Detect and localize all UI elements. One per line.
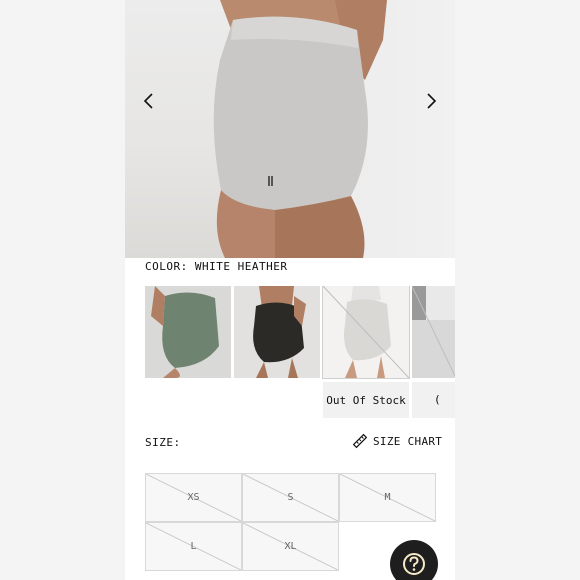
green-shorts-image <box>145 286 231 378</box>
out-of-stock-label: Out Of Stock <box>323 382 409 418</box>
product-page: COLOR: WHITE HEATHER Out Of Stock (SIZE… <box>125 0 455 580</box>
color-label: COLOR: WHITE HEATHER <box>145 260 287 273</box>
next-image-button[interactable] <box>419 88 445 114</box>
product-hero-image <box>125 0 455 258</box>
size-option-xl[interactable]: XL <box>242 522 339 571</box>
color-swatches: Out Of Stock ( <box>145 286 455 420</box>
color-prefix: COLOR: <box>145 260 188 273</box>
swatch-partial[interactable] <box>412 286 455 378</box>
swatch-black[interactable] <box>234 286 320 378</box>
size-option-l[interactable]: L <box>145 522 242 571</box>
black-shorts-image <box>234 286 320 378</box>
color-name: WHITE HEATHER <box>194 260 288 273</box>
question-mark-icon <box>403 553 425 575</box>
size-option-label: L <box>190 541 197 552</box>
size-option-xs[interactable]: XS <box>145 473 242 522</box>
previous-image-button[interactable] <box>135 88 161 114</box>
size-option-label: M <box>384 492 391 503</box>
chevron-right-icon <box>427 93 437 109</box>
size-option-label: XL <box>284 541 297 552</box>
swatch-green-heather[interactable] <box>145 286 231 378</box>
white-shorts-image <box>323 286 409 378</box>
help-button[interactable] <box>390 540 438 580</box>
ruler-icon <box>352 433 368 449</box>
background-right <box>455 0 580 580</box>
size-option-s[interactable]: S <box>242 473 339 522</box>
size-chart-label: SIZE CHART <box>373 434 443 448</box>
size-option-m[interactable]: M <box>339 473 436 522</box>
size-option-label: XS <box>187 492 200 503</box>
model-shorts-photo <box>213 0 387 258</box>
background-left <box>0 0 125 580</box>
partial-swatch-image <box>412 286 455 378</box>
size-option-label: S <box>287 492 294 503</box>
partial-stock-label: ( <box>412 382 455 418</box>
swatch-white-heather[interactable] <box>322 286 410 379</box>
size-chart-link[interactable]: SIZE CHART <box>352 433 442 449</box>
chevron-left-icon <box>143 93 153 109</box>
size-label: SIZE: <box>145 436 181 449</box>
